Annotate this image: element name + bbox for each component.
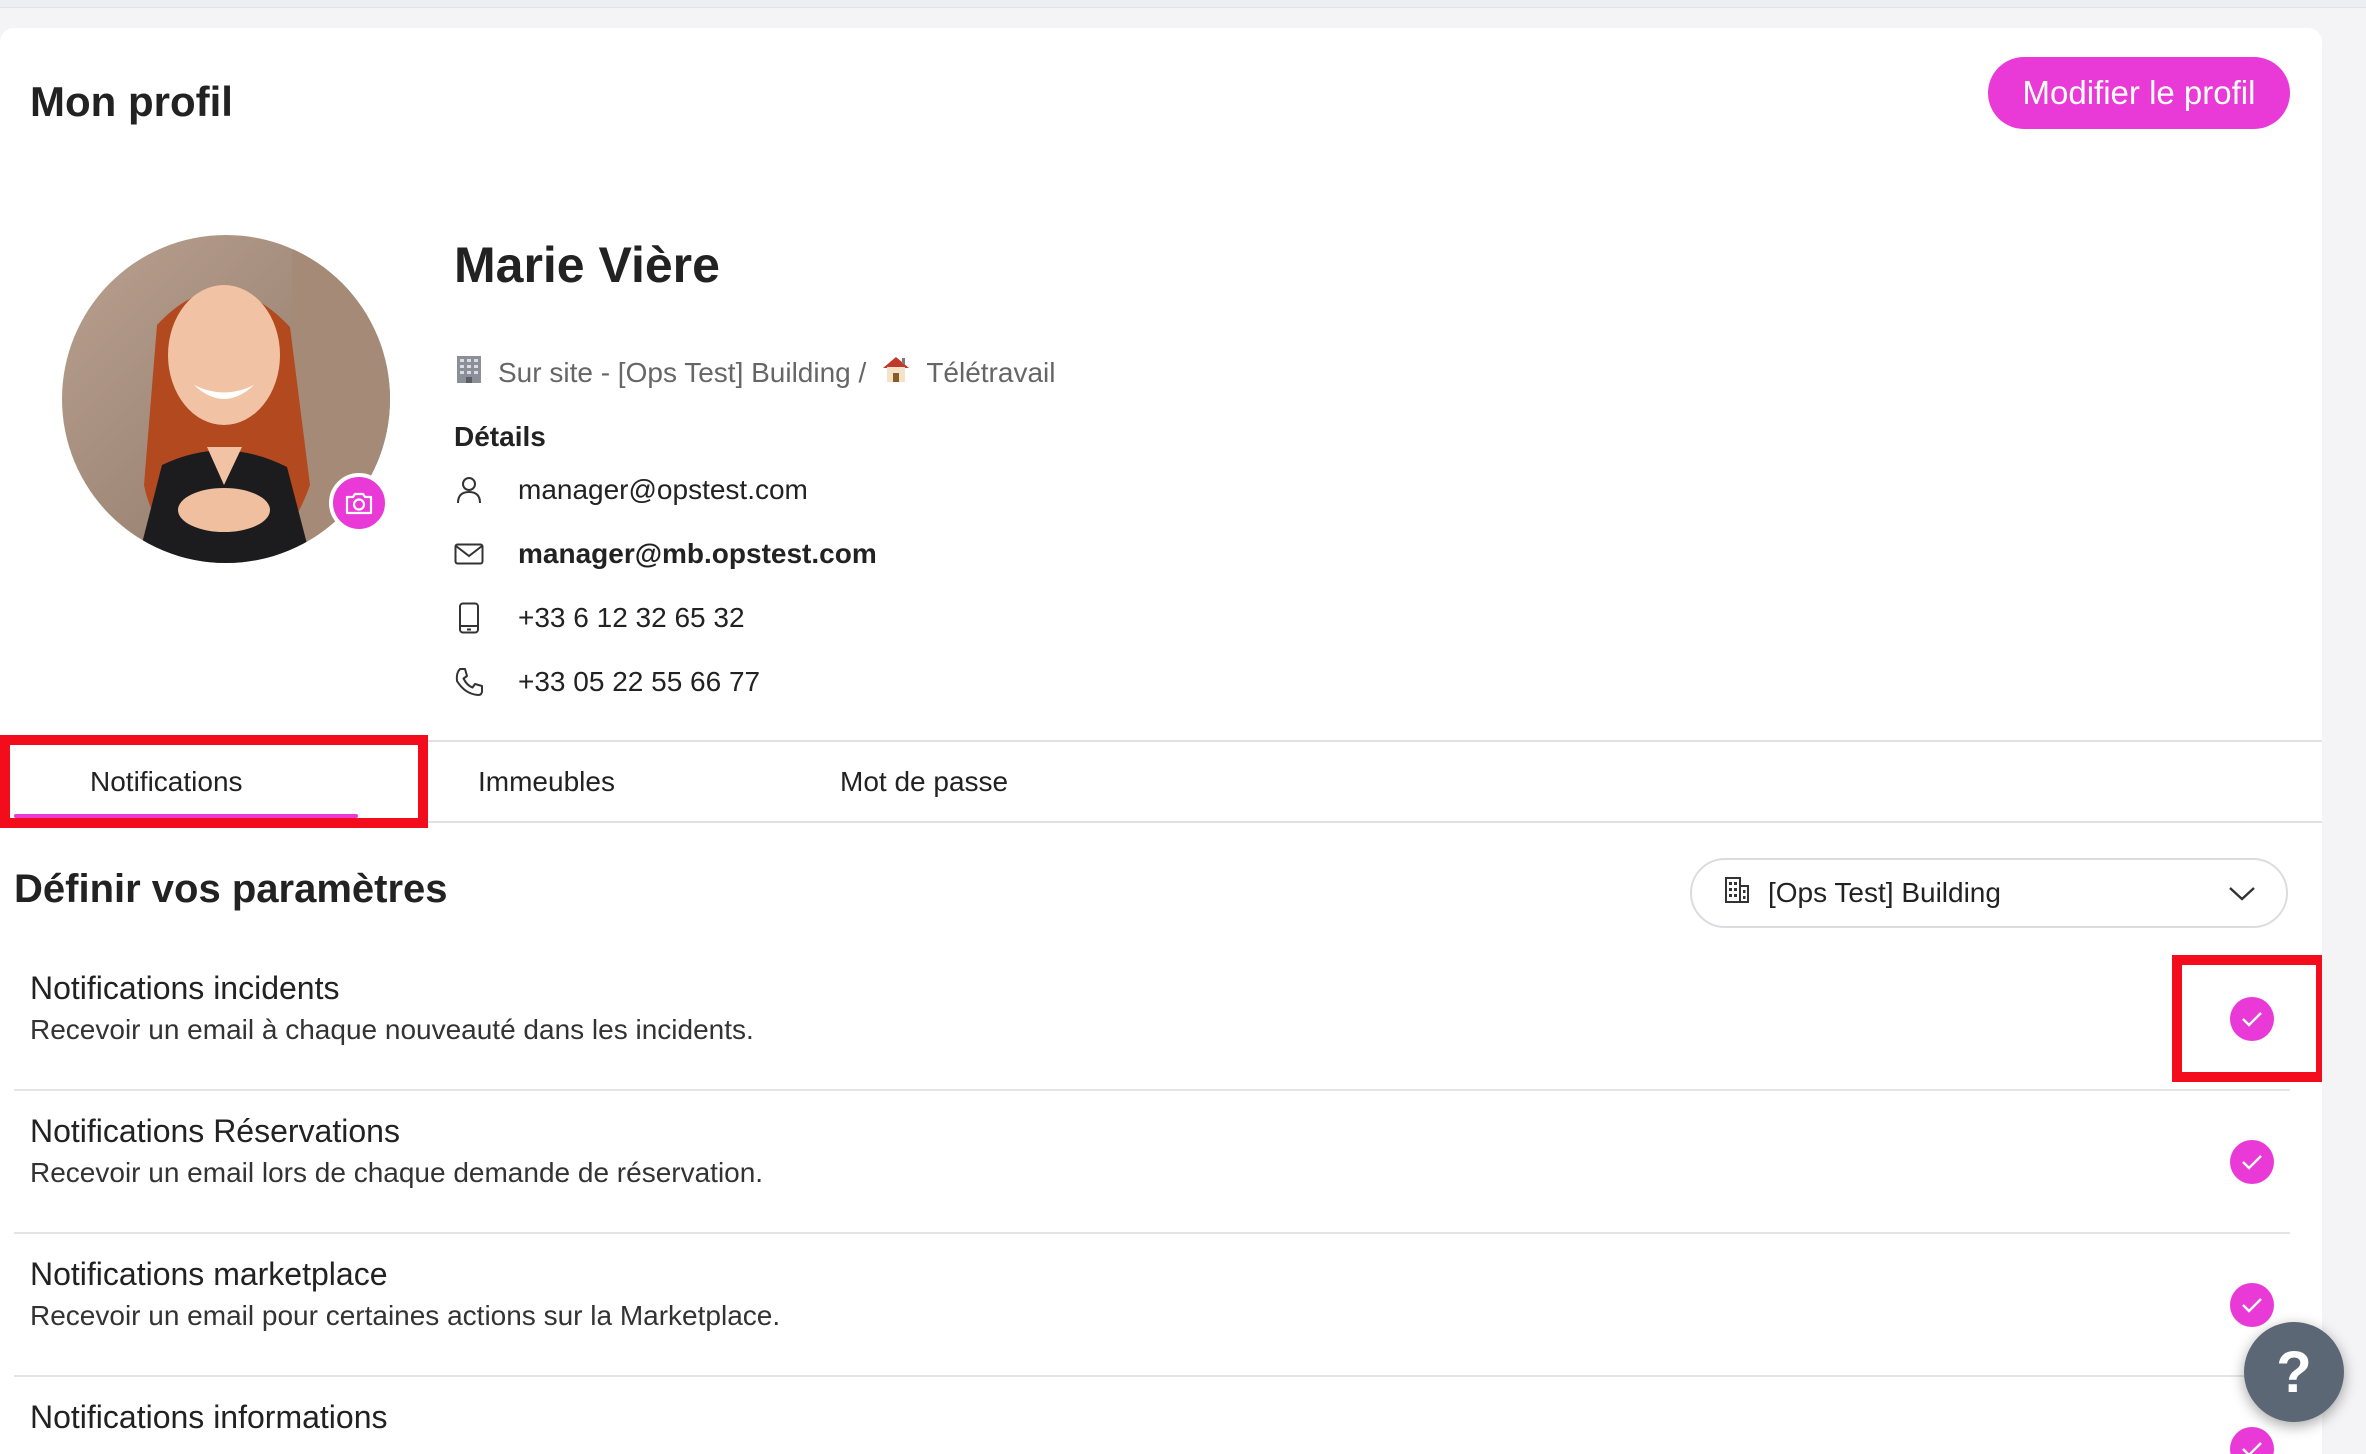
top-strip	[0, 0, 2366, 8]
house-icon	[880, 354, 912, 391]
user-icon	[454, 475, 484, 505]
mobile-value: +33 6 12 32 65 32	[518, 602, 745, 633]
camera-icon	[345, 492, 373, 515]
building-select-value: [Ops Test] Building	[1768, 877, 2001, 908]
tab-immeubles[interactable]: Immeubles	[478, 750, 615, 814]
onsite-label: Sur site - [Ops Test] Building /	[498, 356, 867, 388]
notification-description: Recevoir un email pour certaines actions…	[30, 1300, 781, 1331]
building-icon	[1724, 876, 1750, 911]
edit-profile-button[interactable]: Modifier le profil	[1988, 57, 2290, 129]
notification-description: Recevoir un email à chaque nouveauté dan…	[30, 1014, 754, 1045]
phone-value: +33 05 22 55 66 77	[518, 666, 761, 697]
notification-row-incidents: Notifications incidents Recevoir un emai…	[14, 948, 2290, 1091]
username-value: manager@opstest.com	[518, 474, 808, 505]
notification-row-marketplace: Notifications marketplace Recevoir un em…	[14, 1234, 2290, 1377]
email-value: manager@mb.opstest.com	[518, 538, 877, 569]
notification-title: Notifications marketplace	[30, 1256, 388, 1292]
profile-name: Marie Vière	[454, 237, 720, 293]
phone-icon	[454, 667, 484, 697]
office-building-icon	[454, 354, 484, 391]
notification-description: Recevoir un email lors de chaque demande…	[30, 1157, 764, 1188]
checkmark-icon	[2242, 1298, 2262, 1313]
notification-title: Notifications Réservations	[30, 1113, 400, 1149]
notification-title: Notifications informations	[30, 1399, 388, 1435]
tab-password[interactable]: Mot de passe	[840, 750, 1008, 814]
highlight-box-toggle	[2172, 955, 2322, 1082]
details-title: Détails	[454, 421, 546, 452]
mail-icon	[454, 539, 484, 569]
profile-card: Mon profil Modifier le profil Marie Vièr…	[0, 28, 2322, 1454]
building-select[interactable]: [Ops Test] Building	[1690, 858, 2288, 928]
remote-label: Télétravail	[926, 356, 1056, 388]
notification-row-informations: Notifications informations	[14, 1377, 2290, 1454]
mobile-row: +33 6 12 32 65 32	[454, 598, 745, 638]
help-button[interactable]: ?	[2244, 1322, 2344, 1422]
highlight-box-tab	[0, 735, 428, 828]
smartphone-icon	[454, 602, 484, 634]
notification-toggle-marketplace[interactable]	[2230, 1283, 2274, 1327]
page-title: Mon profil	[30, 78, 233, 125]
phone-row: +33 05 22 55 66 77	[454, 662, 760, 702]
checkmark-icon	[2242, 1442, 2262, 1454]
username-row: manager@opstest.com	[454, 470, 808, 510]
email-row: manager@mb.opstest.com	[454, 534, 877, 574]
notification-row-reservations: Notifications Réservations Recevoir un e…	[14, 1091, 2290, 1234]
change-photo-button[interactable]	[329, 473, 389, 533]
chevron-down-icon	[2228, 877, 2256, 909]
checkmark-icon	[2242, 1155, 2262, 1170]
notification-title: Notifications incidents	[30, 970, 340, 1006]
work-location: Sur site - [Ops Test] Building / Télétra…	[454, 354, 1055, 391]
notification-toggle-informations[interactable]	[2230, 1427, 2274, 1454]
notification-toggle-reservations[interactable]	[2230, 1140, 2274, 1184]
settings-title: Définir vos paramètres	[14, 867, 448, 911]
